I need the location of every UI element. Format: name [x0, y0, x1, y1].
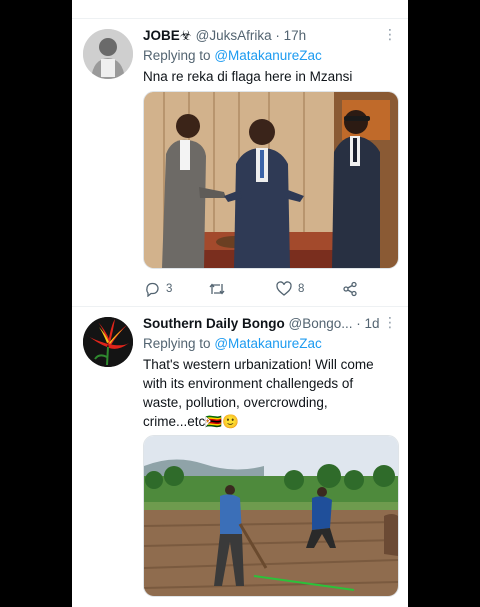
avatar[interactable]	[83, 317, 133, 367]
tweet-text: That's western urbanization! Will come w…	[143, 355, 393, 431]
photo-farmers-ploughing-field	[144, 436, 398, 596]
replying-to: Replying to @MatakanureZac	[143, 336, 322, 351]
retweet-button[interactable]	[208, 281, 232, 297]
timeline-panel: JOBE☣ @JuksAfrika · 17h ⋮ Replying to @M…	[72, 0, 408, 607]
avatar-image	[83, 29, 133, 79]
tweet-header: Southern Daily Bongo @Bongo... · 1d	[143, 316, 380, 331]
like-button[interactable]: 8	[276, 281, 304, 297]
tweet-photo[interactable]	[143, 435, 399, 597]
tweet-photo[interactable]	[143, 91, 399, 269]
reply-count: 3	[166, 283, 173, 295]
name-emoji: ☣	[179, 28, 192, 43]
tweet-header: JOBE☣ @JuksAfrika · 17h	[143, 28, 306, 44]
replying-to: Replying to @MatakanureZac	[143, 48, 322, 63]
flag-smile-emojis: 🇿🇼🙂	[205, 414, 239, 429]
tweet-actions: 3 8	[144, 281, 394, 299]
handle[interactable]: @JuksAfrika	[196, 28, 272, 43]
tweet-southern-daily-bongo[interactable]: Southern Daily Bongo @Bongo... · 1d ⋮ Re…	[72, 307, 408, 607]
display-name[interactable]: JOBE	[143, 28, 180, 43]
timestamp[interactable]: 1d	[365, 316, 380, 331]
flame-lily-avatar	[83, 317, 133, 367]
more-icon[interactable]: ⋮	[383, 26, 397, 43]
replying-label: Replying to	[143, 336, 211, 351]
display-name[interactable]: Southern Daily Bongo	[143, 316, 285, 331]
like-icon	[276, 281, 292, 296]
replying-label: Replying to	[143, 48, 211, 63]
reply-icon	[146, 282, 159, 297]
tweet-text: Nna re reka di flaga here in Mzansi	[143, 69, 353, 84]
photo-three-men-in-suits	[144, 92, 398, 268]
reply-button[interactable]: 3	[144, 281, 172, 297]
share-button[interactable]	[342, 281, 358, 297]
share-icon	[343, 281, 357, 297]
more-icon[interactable]: ⋮	[383, 314, 397, 331]
like-count: 8	[298, 283, 305, 295]
dot-separator: ·	[275, 28, 280, 43]
tweet-jobe[interactable]: JOBE☣ @JuksAfrika · 17h ⋮ Replying to @M…	[72, 19, 408, 319]
replying-handle[interactable]: @MatakanureZac	[214, 336, 322, 351]
replying-handle[interactable]: @MatakanureZac	[214, 48, 322, 63]
timestamp[interactable]: 17h	[284, 28, 307, 43]
tweet-text-body: That's western urbanization! Will come w…	[143, 357, 374, 429]
avatar[interactable]	[83, 29, 133, 79]
handle[interactable]: @Bongo...	[289, 316, 353, 331]
dot-separator: ·	[356, 316, 361, 331]
retweet-icon	[209, 283, 225, 295]
